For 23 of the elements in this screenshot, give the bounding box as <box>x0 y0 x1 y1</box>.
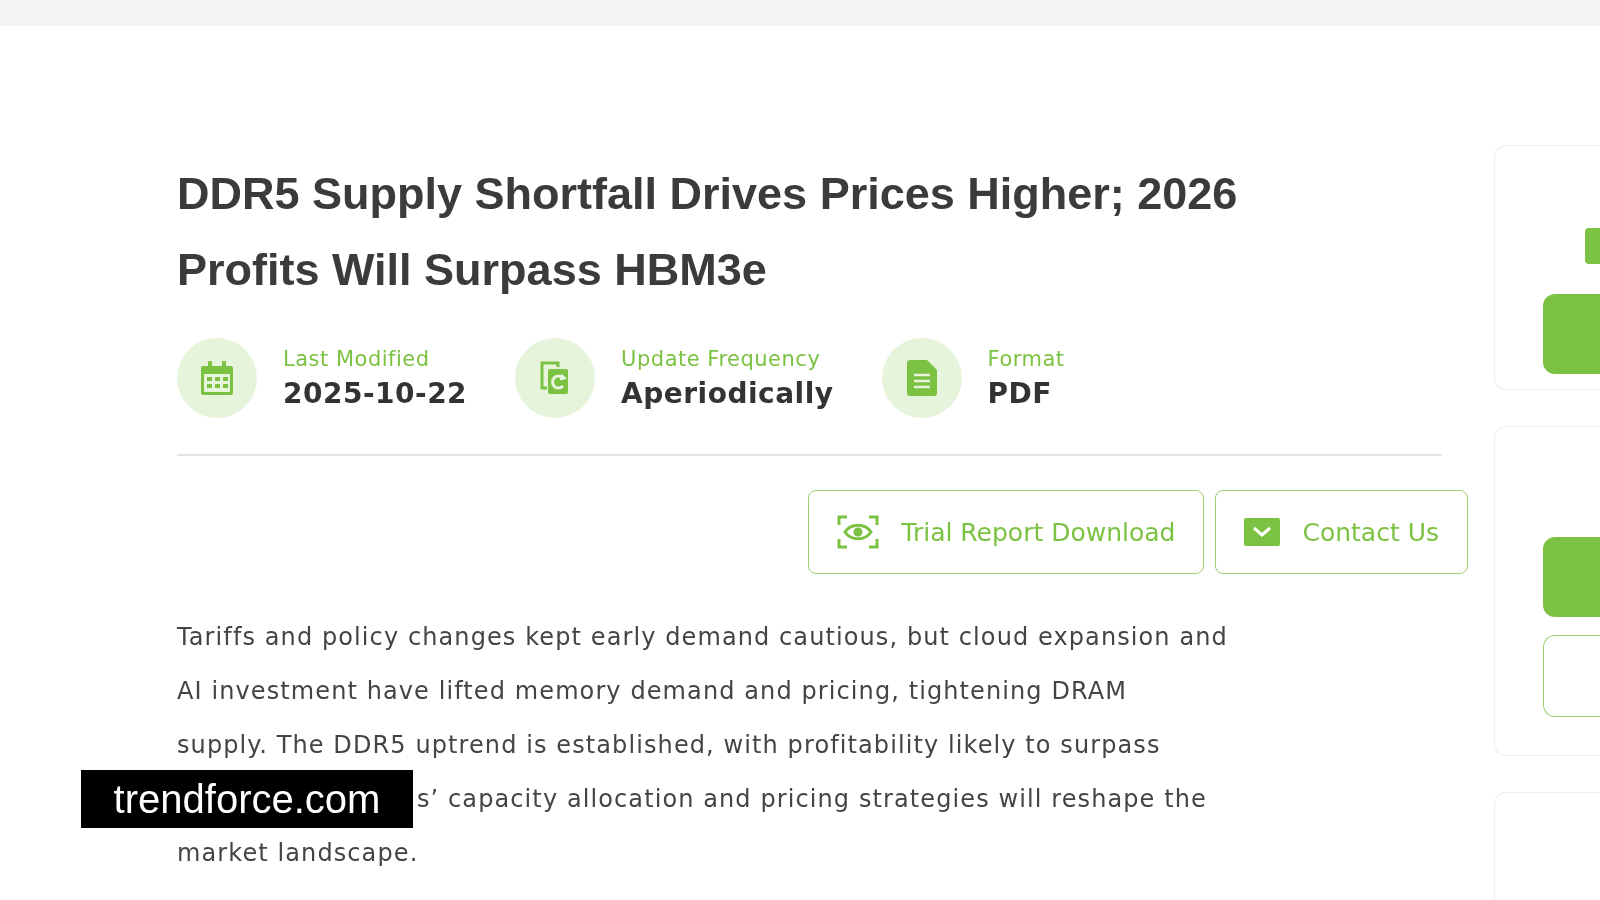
calendar-icon <box>201 361 233 395</box>
meta-value: 2025-10-22 <box>283 376 468 410</box>
summary-line: s’ capacity allocation and pricing strategies will reshape the <box>417 785 1207 813</box>
contact-button[interactable]: Contact Us <box>1215 490 1468 574</box>
sidebar-marker <box>1585 228 1600 264</box>
eye-scan-icon <box>837 515 880 549</box>
summary-line: supply. The DDR5 uptrend is established, with profitability likely to surpass <box>177 731 1161 759</box>
download-button[interactable]: Trial Report Download <box>808 490 1205 574</box>
sidebar-button[interactable] <box>1543 537 1600 617</box>
sidebar-button[interactable] <box>1543 294 1600 374</box>
envelope-icon <box>1244 518 1281 546</box>
source-caption: trendforce.com <box>81 770 413 828</box>
meta-label: Update Frequency <box>621 346 822 371</box>
summary-line: Tariffs and policy changes kept early demand cautious, but cloud expansion and <box>177 623 1228 651</box>
summary-line: AI investment have lifted memory demand and pricing, tightening DRAM <box>177 677 1128 705</box>
meta-label: Last Modified <box>283 346 431 371</box>
meta-value: Aperiodically <box>621 376 834 410</box>
article-title: DDR5 Supply Shortfall Drives Prices Higher; 2026 Profits Will Surpass HBM3e <box>177 167 1239 297</box>
sidebar-button[interactable] <box>1543 635 1600 717</box>
meta-value: PDF <box>987 376 1053 410</box>
summary-line: market landscape. <box>177 839 419 867</box>
meta-label: Format <box>987 346 1065 371</box>
document-icon <box>906 360 937 396</box>
